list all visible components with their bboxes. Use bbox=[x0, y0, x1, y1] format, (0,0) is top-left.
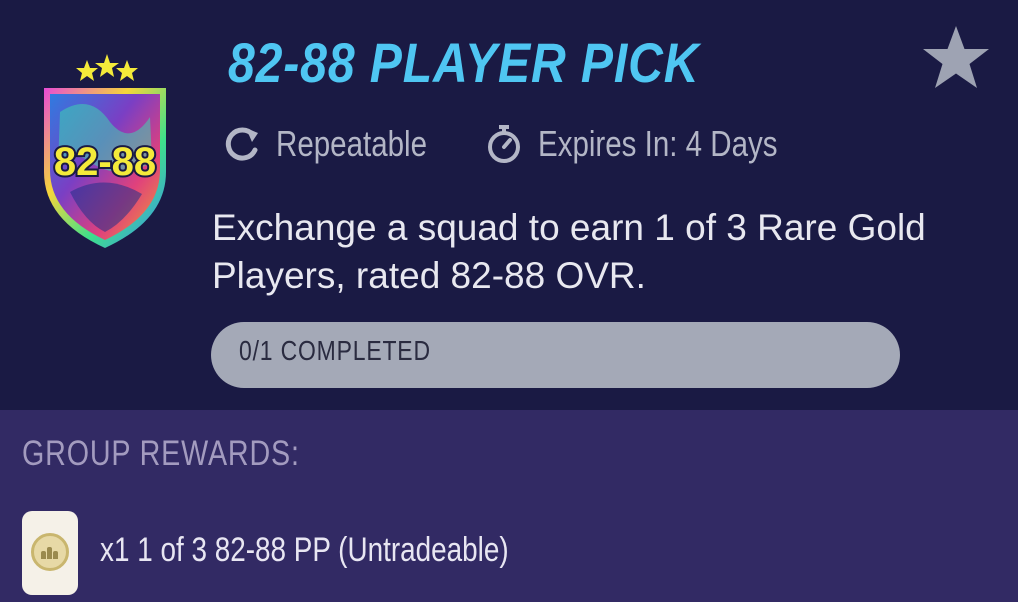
repeatable-label: Repeatable bbox=[276, 123, 428, 164]
challenge-title: 82-88 PLAYER PICK bbox=[228, 31, 700, 94]
expiry-indicator: Expires In: 4 Days bbox=[484, 122, 830, 166]
player-pick-card-icon bbox=[22, 511, 78, 595]
pack-badge-icon: 82-88 bbox=[30, 52, 180, 257]
stopwatch-icon bbox=[484, 124, 524, 164]
refresh-icon bbox=[222, 124, 262, 164]
favorite-star-icon[interactable] bbox=[920, 24, 992, 92]
player-pick-emblem-icon bbox=[31, 533, 69, 571]
sbc-challenge-card[interactable]: 82-88 82-88 PLAYER PICK Repeatable Expir… bbox=[0, 0, 1018, 602]
challenge-description: Exchange a squad to earn 1 of 3 Rare Gol… bbox=[212, 207, 926, 296]
repeatable-indicator: Repeatable bbox=[222, 122, 460, 166]
reward-item-label: x1 1 of 3 82-88 PP (Untradeable) bbox=[100, 531, 509, 569]
completion-progress-bar: 0/1 COMPLETED bbox=[211, 322, 900, 388]
group-rewards-heading: GROUP REWARDS: bbox=[22, 434, 300, 473]
expires-label: Expires In: 4 Days bbox=[538, 123, 778, 164]
challenge-header-panel: 82-88 82-88 PLAYER PICK Repeatable Expir… bbox=[0, 0, 1018, 410]
badge-label: 82-88 bbox=[54, 140, 156, 184]
progress-label: 0/1 COMPLETED bbox=[239, 335, 431, 366]
